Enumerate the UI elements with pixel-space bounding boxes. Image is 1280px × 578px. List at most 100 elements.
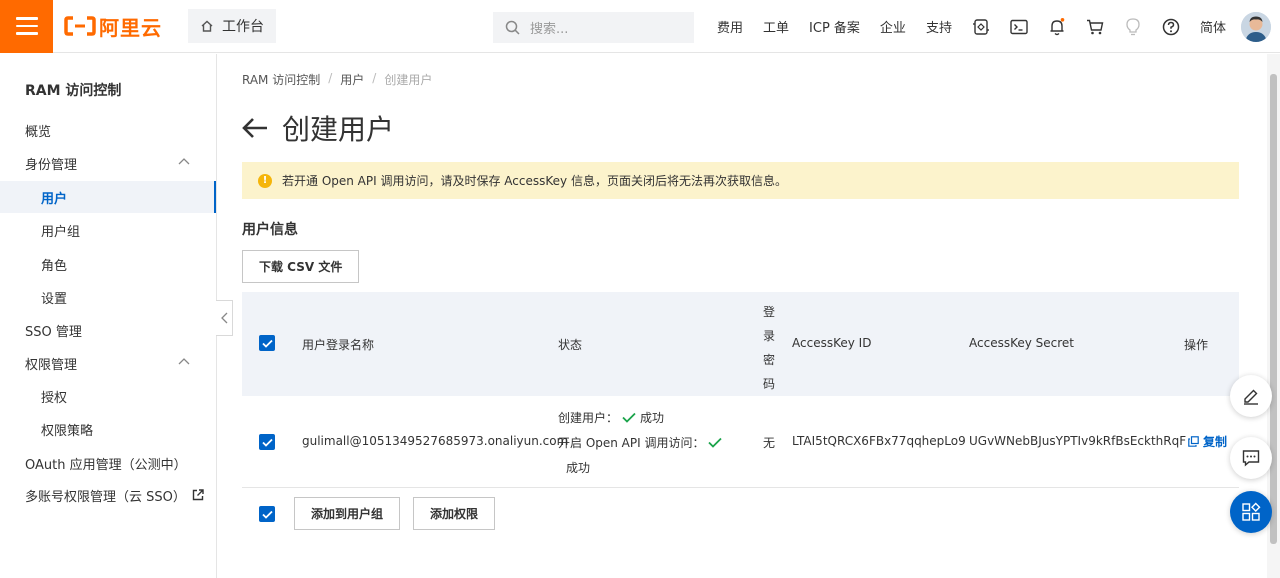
- user-avatar[interactable]: [1241, 12, 1271, 42]
- terminal-icon[interactable]: [1010, 18, 1028, 36]
- header-password: 登 录 密 码: [762, 300, 776, 396]
- header-password-char: 密: [762, 353, 775, 367]
- lightbulb-icon[interactable]: [1124, 17, 1142, 36]
- pencil-icon: [1244, 389, 1258, 405]
- external-link-icon: [192, 489, 204, 501]
- header-status: 状态: [558, 338, 583, 352]
- sidebar-item-label: 多账号权限管理（云 SSO）: [25, 489, 186, 505]
- select-all-checkbox[interactable]: [259, 335, 275, 351]
- user-table: 用户登录名称 状态 登 录 密 码 AccessKey ID AccessKey…: [242, 292, 1239, 488]
- checkmark-icon: [261, 438, 273, 447]
- help-icon[interactable]: [1162, 18, 1180, 36]
- search-placeholder: 搜索...: [530, 22, 569, 37]
- sidebar-item-user-groups[interactable]: 用户组: [0, 214, 216, 246]
- chat-icon: [1242, 450, 1260, 467]
- status-create-label: 创建用户：: [558, 411, 619, 425]
- sidebar-item-identity[interactable]: 身份管理: [0, 147, 216, 179]
- header-nav: 费用 工单 ICP 备案 企业 支持 简体: [717, 0, 1246, 53]
- nav-support[interactable]: 支持: [926, 17, 952, 36]
- sidebar-item-overview[interactable]: 概览: [0, 114, 216, 146]
- alert-text: 若开通 Open API 调用访问，请及时保存 AccessKey 信息，页面关…: [282, 174, 787, 188]
- copy-label: 复制: [1203, 435, 1228, 449]
- language-switch[interactable]: 简体: [1200, 17, 1226, 36]
- table-header: 用户登录名称 状态 登 录 密 码 AccessKey ID AccessKey…: [242, 292, 1239, 396]
- sidebar-item-oauth[interactable]: OAuth 应用管理（公测中）: [0, 447, 216, 479]
- cell-accesskey-secret: UGvWNebBJusYPTIv9kRfBsEckthRqF: [969, 434, 1187, 448]
- sidebar-collapse-button[interactable]: [216, 300, 233, 336]
- chevron-left-icon: [220, 312, 227, 324]
- success-check-icon: [708, 437, 723, 448]
- success-check-icon: [622, 412, 636, 423]
- checkmark-icon: [261, 510, 273, 519]
- warning-icon: !: [258, 173, 272, 188]
- apps-float-button[interactable]: [1230, 491, 1272, 533]
- table-row: gulimall@1051349527685973.onaliyun.com 创…: [242, 396, 1239, 488]
- cell-login-name: gulimall@1051349527685973.onaliyun.com: [302, 434, 569, 448]
- bulk-select-checkbox[interactable]: [259, 506, 275, 522]
- sidebar-item-label: 权限策略: [41, 423, 94, 439]
- sidebar-item-permissions[interactable]: 权限管理: [0, 347, 216, 379]
- aliyun-logo[interactable]: 阿里云: [64, 0, 162, 53]
- chevron-up-icon: [178, 158, 190, 165]
- section-title: 用户信息: [242, 222, 298, 238]
- breadcrumb-separator: /: [328, 71, 333, 85]
- nav-tickets[interactable]: 工单: [763, 17, 789, 36]
- status-api-result: 成功: [566, 461, 591, 475]
- search-box[interactable]: 搜索...: [493, 12, 694, 43]
- sidebar-item-label: 用户: [41, 191, 68, 207]
- sidebar: RAM 访问控制 概览 身份管理 用户 用户组 角色 设置 SSO 管理 权限管…: [0, 54, 217, 578]
- workbench-label: 工作台: [222, 19, 264, 35]
- header-accesskey-secret: AccessKey Secret: [969, 336, 1075, 350]
- sidebar-item-settings[interactable]: 设置: [0, 281, 216, 313]
- sidebar-item-label: 设置: [41, 291, 68, 307]
- sidebar-item-label: 权限管理: [25, 357, 78, 373]
- breadcrumb-separator: /: [372, 71, 377, 85]
- sidebar-item-label: 授权: [41, 390, 68, 406]
- scrollbar-thumb[interactable]: [1270, 74, 1277, 544]
- add-permission-button[interactable]: 添加权限: [413, 497, 496, 530]
- sidebar-item-grants[interactable]: 授权: [0, 380, 216, 412]
- page-title: 创建用户: [282, 113, 395, 146]
- copy-button[interactable]: 复制: [1188, 433, 1227, 450]
- page-header: 创建用户: [242, 108, 394, 148]
- cart-icon[interactable]: [1086, 18, 1104, 36]
- brand-name: 阿里云: [99, 15, 162, 40]
- breadcrumb-current: 创建用户: [384, 73, 433, 87]
- avatar-icon: [1241, 12, 1271, 42]
- workbench-button[interactable]: 工作台: [188, 9, 276, 43]
- home-icon: [201, 20, 213, 32]
- checkmark-icon: [261, 339, 273, 348]
- bell-icon[interactable]: [1048, 17, 1066, 36]
- add-to-group-button[interactable]: 添加到用户组: [294, 497, 401, 530]
- sidebar-item-label: 角色: [41, 258, 68, 274]
- cell-status-api: 开启 Open API 调用访问：: [558, 434, 723, 451]
- breadcrumb-users[interactable]: 用户: [340, 71, 364, 88]
- sidebar-item-cloud-sso[interactable]: 多账号权限管理（云 SSO）: [0, 479, 216, 511]
- nav-fees[interactable]: 费用: [717, 17, 743, 36]
- sidebar-item-label: 身份管理: [25, 157, 78, 173]
- back-arrow-icon[interactable]: [242, 117, 268, 139]
- edit-float-button[interactable]: [1230, 375, 1272, 417]
- sidebar-item-users[interactable]: 用户: [0, 181, 216, 213]
- cell-accesskey-id: LTAI5tQRCX6FBx77qqhepLo9: [792, 434, 966, 448]
- sidebar-item-sso[interactable]: SSO 管理: [0, 314, 216, 346]
- sidebar-item-label: 概览: [25, 124, 52, 140]
- header-login-name: 用户登录名称: [302, 338, 375, 352]
- app-icon[interactable]: [972, 18, 990, 36]
- apps-grid-icon: [1242, 502, 1261, 521]
- sidebar-item-roles[interactable]: 角色: [0, 248, 216, 280]
- row-checkbox[interactable]: [259, 434, 275, 450]
- header-action: 操作: [1184, 338, 1209, 352]
- aliyun-logo-icon: [64, 16, 96, 36]
- hamburger-menu-button[interactable]: [0, 0, 53, 53]
- breadcrumb-ram[interactable]: RAM 访问控制: [242, 71, 320, 88]
- copy-icon: [1188, 436, 1199, 447]
- nav-enterprise[interactable]: 企业: [880, 17, 906, 36]
- feedback-float-button[interactable]: [1230, 437, 1272, 479]
- sidebar-title: RAM 访问控制: [25, 83, 122, 99]
- page-scrollbar[interactable]: [1267, 54, 1280, 578]
- download-csv-button[interactable]: 下载 CSV 文件: [242, 250, 360, 283]
- nav-icp[interactable]: ICP 备案: [809, 17, 860, 36]
- header-password-char: 录: [762, 329, 775, 343]
- sidebar-item-policies[interactable]: 权限策略: [0, 413, 216, 445]
